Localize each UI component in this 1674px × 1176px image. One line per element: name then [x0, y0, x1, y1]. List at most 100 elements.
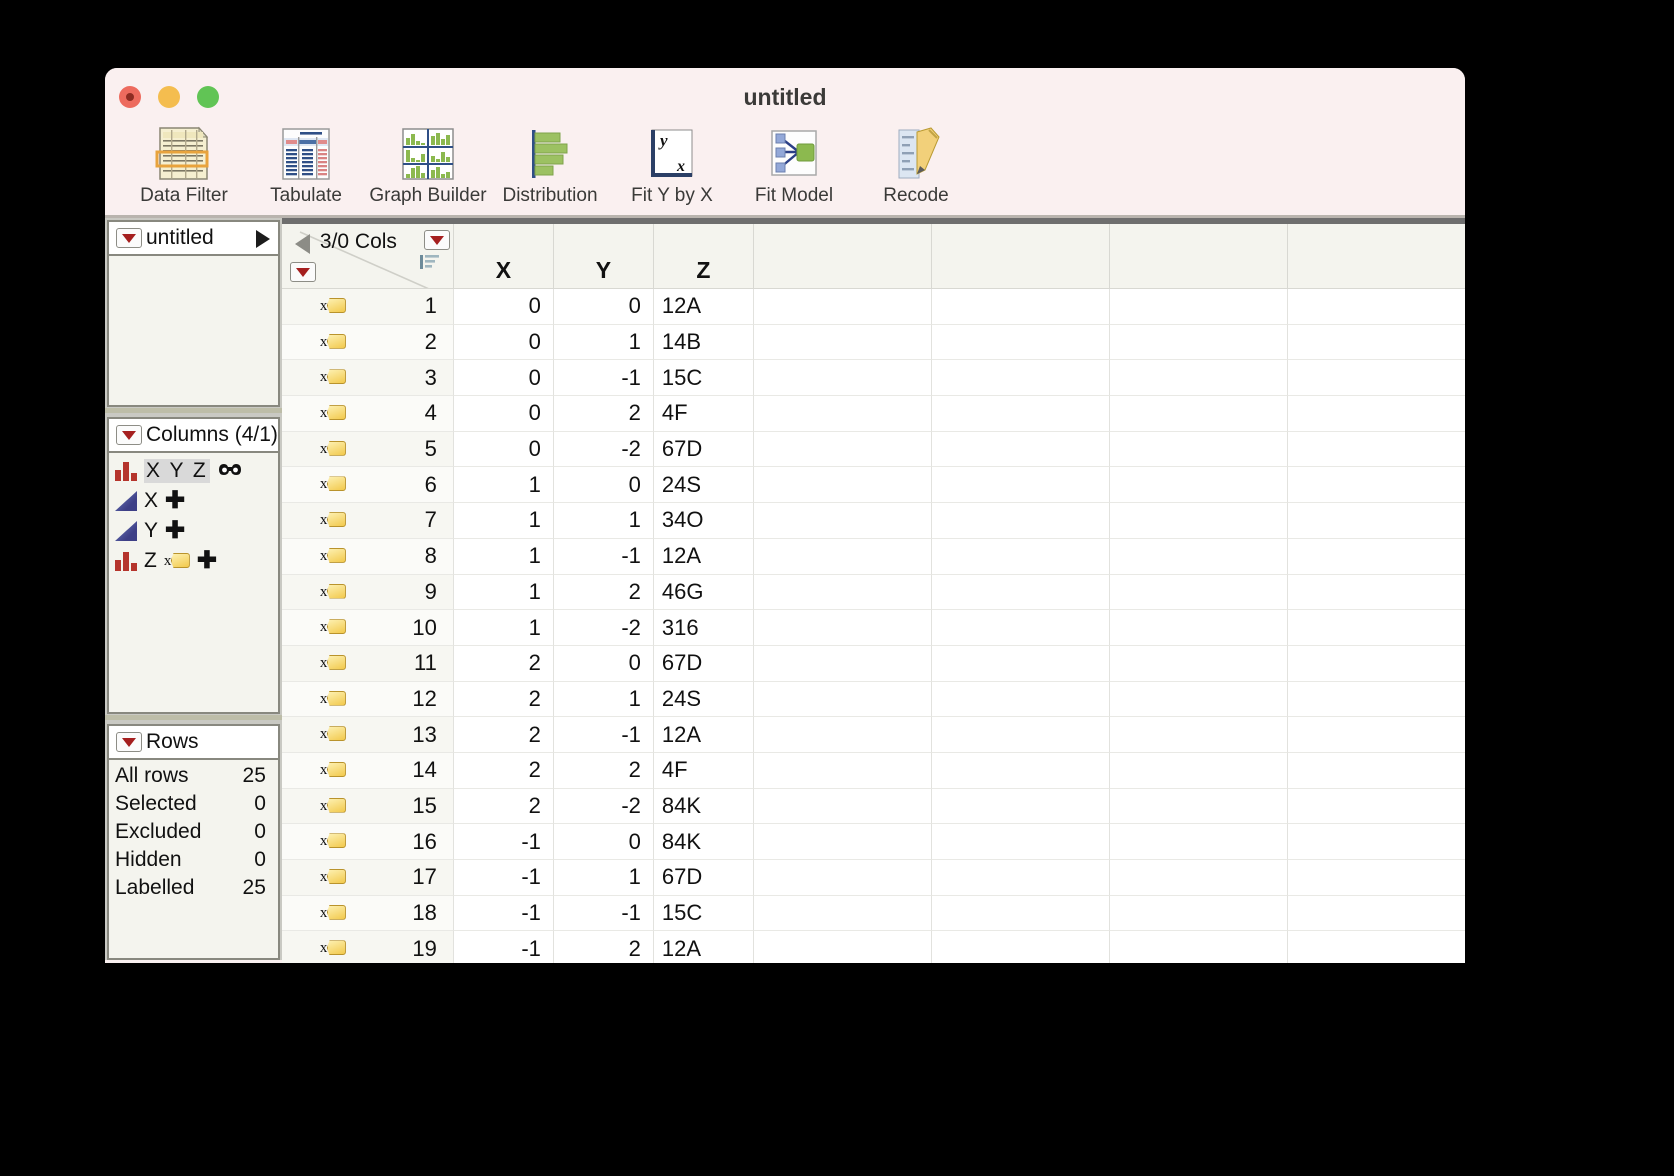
table-cell-empty[interactable]	[1109, 645, 1288, 682]
table-cell-empty[interactable]	[1109, 717, 1288, 753]
table-cell-empty[interactable]	[1287, 538, 1465, 575]
row-number-cell[interactable]: x 15	[281, 788, 454, 825]
toolbar-button-recode[interactable]: Recode	[855, 125, 977, 207]
table-cell-empty[interactable]	[1287, 574, 1465, 611]
table-cell-y[interactable]: -1	[553, 360, 654, 397]
table-cell-empty[interactable]	[1109, 467, 1288, 504]
table-cell-empty[interactable]	[753, 467, 932, 504]
rows-stat-all-rows[interactable]: All rows 25	[109, 762, 278, 790]
row-number-cell[interactable]: x 18	[281, 895, 454, 932]
table-cell-empty[interactable]	[1109, 860, 1288, 896]
table-cell-y[interactable]: 0	[553, 289, 654, 325]
table-cell-empty[interactable]	[753, 681, 932, 718]
table-cell-z[interactable]: 24S	[653, 467, 754, 504]
table-row[interactable]: x 8 1 -1 12A	[281, 538, 1465, 575]
row-number-cell[interactable]: x6	[281, 467, 454, 504]
table-cell-empty[interactable]	[1109, 503, 1288, 539]
table-cell-empty[interactable]	[753, 824, 932, 860]
table-row[interactable]: x 7 1 1 34O	[281, 503, 1465, 539]
panel-divider[interactable]	[105, 407, 282, 417]
table-cell-y[interactable]: -2	[553, 788, 654, 825]
table-cell-empty[interactable]	[931, 574, 1110, 611]
table-cell-empty[interactable]	[931, 360, 1110, 397]
column-header-empty[interactable]	[1287, 224, 1465, 289]
row-number-cell[interactable]: x5	[281, 431, 454, 468]
table-cell-x[interactable]: -1	[453, 895, 554, 932]
table-cell-z[interactable]: 67D	[653, 431, 754, 468]
panel-divider[interactable]	[105, 714, 282, 724]
table-cell-empty[interactable]	[1109, 289, 1288, 325]
column-sort-bars-icon[interactable]	[419, 254, 444, 270]
table-cell-empty[interactable]	[1109, 824, 1288, 860]
table-cell-z[interactable]: 24S	[653, 681, 754, 718]
table-cell-y[interactable]: 1	[553, 860, 654, 896]
row-number-cell[interactable]: x8	[281, 538, 454, 575]
rows-menu-dropdown-icon-grid[interactable]	[289, 262, 316, 282]
table-row[interactable]: x 1 0 0 12A	[281, 289, 1465, 325]
table-cell-empty[interactable]	[1287, 752, 1465, 789]
table-cell-x[interactable]: 1	[453, 538, 554, 575]
column-header-empty[interactable]	[1109, 224, 1288, 289]
table-cell-x[interactable]: 0	[453, 324, 554, 361]
table-cell-empty[interactable]	[1287, 431, 1465, 468]
table-cell-z[interactable]: 84K	[653, 788, 754, 825]
column-header-x[interactable]: X	[453, 224, 554, 289]
table-cell-empty[interactable]	[753, 360, 932, 397]
row-number-cell[interactable]: x9	[281, 574, 454, 611]
table-cell-z[interactable]: 46G	[653, 574, 754, 611]
table-cell-y[interactable]: 2	[553, 396, 654, 432]
table-cell-x[interactable]: 0	[453, 360, 554, 397]
table-cell-x[interactable]: -1	[453, 824, 554, 860]
table-cell-empty[interactable]	[931, 752, 1110, 789]
toolbar-button-data-filter[interactable]: Data Filter	[123, 125, 245, 207]
rows-menu-dropdown-icon[interactable]	[116, 732, 142, 752]
row-number-cell[interactable]: x 13	[281, 717, 454, 753]
table-cell-empty[interactable]	[1287, 360, 1465, 397]
table-cell-empty[interactable]	[1287, 788, 1465, 825]
table-cell-empty[interactable]	[1287, 681, 1465, 718]
data-table-panel-header[interactable]: untitled	[109, 222, 278, 256]
table-cell-x[interactable]: 1	[453, 503, 554, 539]
table-cell-x[interactable]: 2	[453, 717, 554, 753]
table-row[interactable]: x 6 1 0 24S	[281, 467, 1465, 504]
table-cell-y[interactable]: 2	[553, 752, 654, 789]
table-cell-empty[interactable]	[931, 860, 1110, 896]
table-cell-y[interactable]: -2	[553, 431, 654, 468]
table-cell-empty[interactable]	[931, 895, 1110, 932]
table-row[interactable]: x 2 0 1 14B	[281, 324, 1465, 361]
row-number-cell[interactable]: x 19	[281, 931, 454, 963]
table-cell-empty[interactable]	[1287, 289, 1465, 325]
row-number-cell[interactable]: x 17	[281, 860, 454, 896]
table-cell-z[interactable]: 12A	[653, 717, 754, 753]
table-cell-empty[interactable]	[931, 717, 1110, 753]
table-cell-empty[interactable]	[753, 752, 932, 789]
table-cell-x[interactable]: 1	[453, 574, 554, 611]
row-number-cell[interactable]: x7	[281, 503, 454, 539]
toolbar-button-graph-builder[interactable]: Graph Builder	[367, 125, 489, 207]
table-cell-empty[interactable]	[1109, 752, 1288, 789]
table-cell-empty[interactable]	[931, 538, 1110, 575]
table-cell-empty[interactable]	[931, 503, 1110, 539]
table-row[interactable]: x 4 0 2 4F	[281, 396, 1465, 432]
table-cell-empty[interactable]	[1287, 645, 1465, 682]
table-cell-x[interactable]: -1	[453, 931, 554, 963]
row-number-cell[interactable]: x1	[281, 289, 454, 325]
column-list-item-x[interactable]: X ✚	[109, 486, 278, 516]
toolbar-button-distribution[interactable]: Distribution	[489, 125, 611, 207]
table-cell-empty[interactable]	[753, 324, 932, 361]
table-row[interactable]: x 19 -1 2 12A	[281, 931, 1465, 963]
row-number-cell[interactable]: x 14	[281, 752, 454, 789]
column-list-item-y[interactable]: Y ✚	[109, 516, 278, 546]
table-cell-z[interactable]: 12A	[653, 289, 754, 325]
table-cell-empty[interactable]	[1109, 396, 1288, 432]
toolbar-button-tabulate[interactable]: Tabulate	[245, 125, 367, 207]
table-cell-empty[interactable]	[753, 931, 932, 963]
table-cell-y[interactable]: 0	[553, 645, 654, 682]
table-cell-empty[interactable]	[931, 431, 1110, 468]
table-cell-x[interactable]: 0	[453, 396, 554, 432]
table-row[interactable]: x 14 2 2 4F	[281, 752, 1465, 789]
table-cell-empty[interactable]	[1109, 324, 1288, 361]
table-cell-empty[interactable]	[931, 824, 1110, 860]
table-cell-empty[interactable]	[931, 610, 1110, 646]
table-cell-empty[interactable]	[931, 788, 1110, 825]
